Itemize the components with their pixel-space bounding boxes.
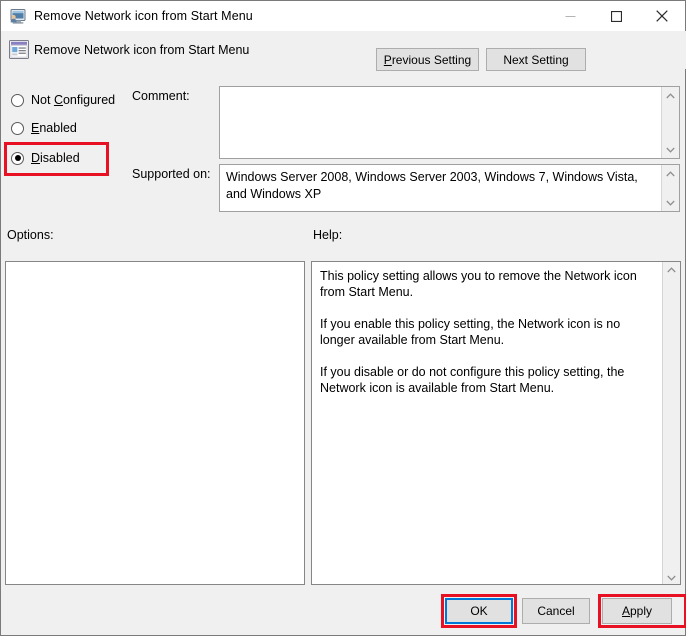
title-bar: Remove Network icon from Start Menu [1,1,685,31]
help-label: Help: [313,228,343,242]
window-controls [547,1,685,31]
radio-disabled[interactable]: Disabled [11,149,80,167]
minimize-icon[interactable] [547,1,593,31]
chevron-up-icon[interactable] [667,262,676,276]
help-paragraph: This policy setting allows you to remove… [320,269,637,299]
chevron-down-icon[interactable] [662,194,679,211]
radio-enabled[interactable]: Enabled [11,119,77,137]
group-policy-setting-dialog: Remove Network icon from Start Menu Remo… [0,0,686,636]
window-title: Remove Network icon from Start Menu [34,9,253,23]
comment-scrollbar[interactable] [661,87,679,158]
ok-button[interactable]: OK [445,598,513,624]
supported-on-label: Supported on: [132,167,211,181]
close-icon[interactable] [639,1,685,31]
help-text: This policy setting allows you to remove… [312,262,662,584]
supported-on-scrollbar[interactable] [661,165,679,211]
help-scrollbar[interactable] [662,262,680,584]
previous-setting-accel: P [383,52,392,67]
apply-button[interactable]: Apply [602,598,672,624]
options-label: Options: [7,228,54,242]
chevron-up-icon[interactable] [662,165,679,182]
next-setting-button[interactable]: Next Setting [486,48,586,71]
setting-title: Remove Network icon from Start Menu [34,43,250,57]
policy-setting-icon [9,40,29,59]
comment-label: Comment: [132,89,190,103]
options-panel[interactable] [5,261,305,585]
chevron-down-icon[interactable] [667,570,676,584]
supported-on-textbox[interactable]: Windows Server 2008, Windows Server 2003… [219,164,680,212]
radio-mark-not-configured [11,93,24,107]
chevron-up-icon[interactable] [662,87,679,104]
computer-user-icon [9,8,26,24]
cancel-button[interactable]: Cancel [522,598,590,624]
comment-input[interactable] [220,87,661,158]
maximize-icon[interactable] [593,1,639,31]
radio-label-not-configured: Not Configured [31,93,116,107]
comment-textbox[interactable] [219,86,680,159]
radio-label-enabled: Enabled [31,121,77,135]
ok-label: OK [470,604,488,618]
radio-mark-enabled [11,121,24,135]
radio-not-configured[interactable]: Not Configured [11,91,115,109]
apply-accel: A [621,604,630,618]
chevron-down-icon[interactable] [662,141,679,158]
next-setting-label: Next Setting [503,52,569,67]
help-panel: This policy setting allows you to remove… [311,261,681,585]
apply-label: pply [630,604,653,618]
cancel-label: Cancel [537,604,575,618]
radio-label-disabled: Disabled [31,151,80,165]
previous-setting-button[interactable]: Previous Setting [376,48,479,71]
supported-on-value: Windows Server 2008, Windows Server 2003… [226,170,638,201]
radio-mark-disabled [11,151,24,165]
help-paragraph: If you enable this policy setting, the N… [320,317,621,347]
help-paragraph: If you disable or do not configure this … [320,365,625,395]
previous-setting-label: revious Setting [391,52,472,67]
